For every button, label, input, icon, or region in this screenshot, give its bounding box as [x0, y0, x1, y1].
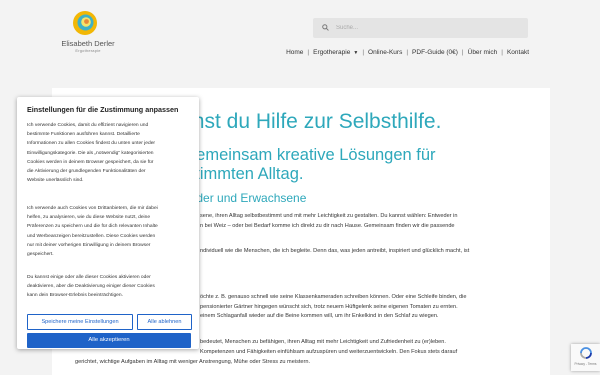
- cookie-text-line: nur mit deiner vorherigen Einwilligung i…: [27, 242, 151, 248]
- cookie-text-third-party: Ich verwende auch Cookies von Drittanbie…: [27, 204, 192, 259]
- cookie-consent-dialog: Einstellungen für die Zustimmung anpasse…: [17, 97, 199, 349]
- text-line: pensionierter Gärtner hingegen wünscht s…: [200, 303, 458, 310]
- cookie-text-line: Präferenzen zu speichern und die für dic…: [27, 224, 158, 230]
- logo-icon[interactable]: [72, 10, 98, 36]
- cookie-text-line: helfen, zu analysieren, wie du diese Web…: [27, 215, 151, 221]
- logo-name[interactable]: Elisabeth Derler: [52, 39, 124, 48]
- reject-all-button[interactable]: Alle ablehnen: [137, 314, 192, 330]
- main-nav: Home | Ergotherapie ▼ | Online-Kurs | PD…: [286, 49, 529, 56]
- cookie-text-necessary: Ich verwende Cookies, damit du effizient…: [27, 121, 192, 185]
- cookie-text-line: Website unerlässlich sind.: [27, 178, 84, 184]
- text-line: öchte z. B. genauso schnell wie seine Kl…: [200, 294, 467, 300]
- nav-kontakt[interactable]: Kontakt: [507, 49, 529, 56]
- nav-separator: |: [461, 49, 464, 56]
- logo-subtitle: Ergotherapie: [75, 48, 101, 53]
- subheading-line: gemeinsam kreative Lösungen für: [187, 146, 436, 164]
- save-preferences-button[interactable]: Speichere meine Einstellungen: [27, 314, 133, 330]
- text-line: gerichtet, wichtige Aufgaben im Alltag m…: [75, 359, 311, 365]
- cookie-text-line: Einwilligungskategorie. Die als „notwend…: [27, 150, 154, 156]
- cookie-text-line: gespeichert.: [27, 252, 54, 258]
- body-paragraph: öchte z. B. genauso schnell wie seine Kl…: [200, 293, 467, 322]
- cookie-title: Einstellungen für die Zustimmung anpasse…: [27, 105, 179, 114]
- accept-all-button[interactable]: Alle akzeptieren: [27, 333, 191, 348]
- nav-separator: |: [362, 49, 365, 56]
- body-paragraph: sene, ihren Alltag selbstbestimmt und mi…: [200, 212, 457, 231]
- search-box: [313, 18, 528, 38]
- page-heading: mst du Hilfe zur Selbsthilfe.: [187, 110, 442, 133]
- site-header: Elisabeth Derler Ergotherapie Home | Erg…: [0, 0, 600, 88]
- text-line: einem Schlaganfall wieder auf die Beine …: [200, 313, 439, 320]
- cookie-text-line: die Aktivierung der grundlegenden Funkti…: [27, 169, 146, 175]
- cookie-text-line: deaktivieren, aber die Deaktivierung ein…: [27, 284, 155, 290]
- page-subheading: gemeinsam kreative Lösungen für stimmten…: [187, 146, 436, 183]
- cookie-text-line: bestimmte Funktionen ausführen kannst. D…: [27, 132, 140, 138]
- text-line: Kompetenzen und Fähigkeiten einfühlsam a…: [200, 348, 458, 355]
- nav-ueber-mich[interactable]: Über mich: [468, 49, 498, 56]
- nav-ergotherapie[interactable]: Ergotherapie ▼: [313, 49, 358, 56]
- recaptcha-terms[interactable]: Privacy - Terms: [571, 362, 600, 366]
- cookie-text-disable: Du kannst einige oder alle dieser Cookie…: [27, 273, 192, 301]
- text-line: n bei Weiz – oder bei Bedarf komme ich d…: [200, 222, 455, 229]
- cookie-text-line: Informationen zu allen Cookies findest d…: [27, 141, 156, 147]
- chevron-down-icon: ▼: [353, 49, 359, 56]
- cookie-text-line: Ich verwende auch Cookies von Drittanbie…: [27, 206, 158, 211]
- nav-ergotherapie-label: Ergotherapie: [313, 49, 351, 56]
- nav-online-kurs[interactable]: Online-Kurs: [368, 49, 402, 56]
- cookie-text-line: Ich verwende Cookies, damit du effizient…: [27, 123, 149, 128]
- recaptcha-badge[interactable]: Privacy - Terms: [571, 344, 600, 371]
- text-line: sene, ihren Alltag selbstbestimmt und mi…: [200, 213, 458, 219]
- subheading-line: stimmten Alltag.: [187, 164, 304, 183]
- cookie-text-line: kann dein Browser-Erlebnis beeinträchtig…: [27, 293, 123, 299]
- body-paragraph: gerichtet, wichtige Aufgaben im Alltag m…: [75, 358, 310, 368]
- nav-separator: |: [307, 49, 310, 56]
- search-input[interactable]: [333, 18, 524, 38]
- recaptcha-icon: [580, 347, 592, 359]
- cookie-text-line: Du kannst einige oder alle dieser Cookie…: [27, 275, 151, 280]
- nav-pdf-guide[interactable]: PDF-Guide (0€): [412, 49, 458, 56]
- text-line: bedeutet, Menschen zu befähigen, ihren A…: [200, 339, 446, 345]
- nav-home[interactable]: Home: [286, 49, 303, 56]
- nav-separator: |: [406, 49, 409, 56]
- section-heading: inder und Erwachsene: [187, 191, 307, 205]
- cookie-text-line: Cookies werden in deinem Browser gespeic…: [27, 159, 154, 165]
- body-paragraph: bedeutet, Menschen zu befähigen, ihren A…: [200, 338, 457, 357]
- cookie-text-line: und Werbeanzeigen bereitzustellen. Diese…: [27, 233, 156, 239]
- nav-separator: |: [501, 49, 503, 56]
- body-paragraph: ndividuell wie die Menschen, die ich beg…: [200, 247, 469, 257]
- search-icon[interactable]: [322, 24, 329, 31]
- text-line: ndividuell wie die Menschen, die ich beg…: [200, 248, 470, 254]
